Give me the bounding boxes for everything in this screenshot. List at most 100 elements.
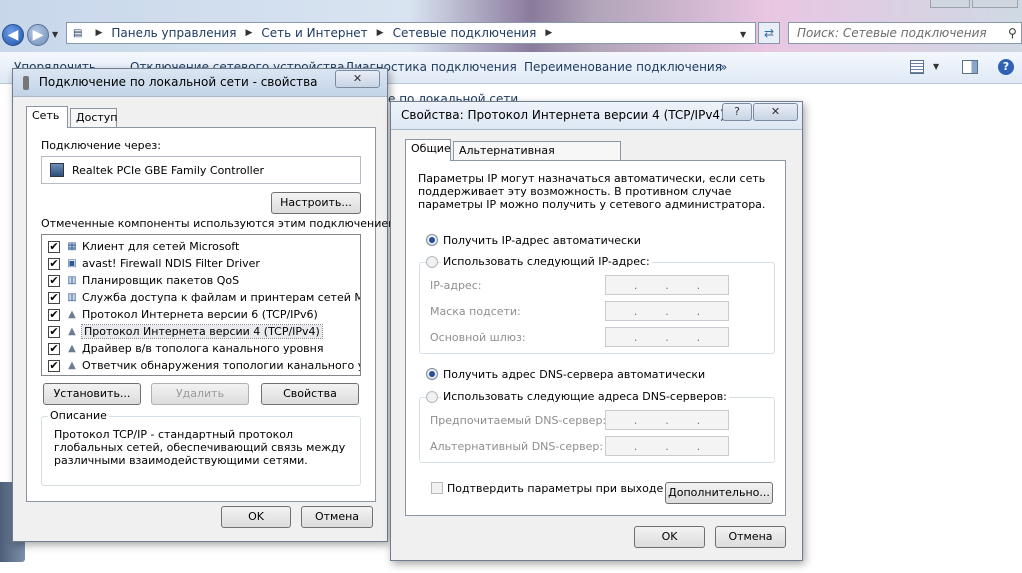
breadcrumb-separator-icon: ▶ — [245, 28, 253, 38]
minimize-button[interactable] — [930, 0, 970, 8]
more-commands-icon[interactable]: » — [720, 60, 727, 74]
refresh-icon[interactable]: ⇄ — [758, 22, 780, 44]
description-text: Протокол TCP/IP - стандартный протокол г… — [54, 428, 346, 467]
breadcrumb-separator-icon: ▶ — [95, 28, 103, 38]
close-window-button[interactable] — [972, 0, 1018, 8]
ipv4-dialog-title: Свойства: Протокол Интернета версии 4 (T… — [401, 108, 725, 122]
component-checkbox[interactable]: ✔ — [48, 359, 60, 372]
address-bar[interactable]: ▤ ▶ Панель управления ▶ Сеть и Интернет … — [66, 22, 756, 44]
breadcrumb-network-internet[interactable]: Сеть и Интернет — [261, 26, 367, 40]
component-checkbox[interactable]: ✔ — [48, 325, 60, 338]
back-arrow-icon[interactable]: ◀ — [2, 24, 24, 46]
forward-arrow-icon[interactable]: ▶ — [27, 24, 49, 46]
search-input[interactable]: Поиск: Сетевые подключения — [788, 22, 1022, 44]
component-label: Служба доступа к файлам и принтерам сете… — [82, 291, 360, 304]
default-gateway-label: Основной шлюз: — [430, 331, 526, 344]
network-plug-icon — [23, 75, 29, 90]
component-label: Клиент для сетей Microsoft — [82, 240, 240, 253]
change-view-icon[interactable] — [910, 60, 924, 74]
subnet-mask-input[interactable]: ... — [605, 301, 729, 321]
tab-sharing[interactable]: Доступ — [70, 108, 117, 128]
lan-dialog-titlebar: Подключение по локальной сети - свойства… — [13, 69, 387, 97]
address-dropdown-icon[interactable]: ▼ — [740, 30, 746, 39]
component-checkbox[interactable]: ✔ — [48, 342, 60, 355]
help-question-icon[interactable]: ? — [722, 103, 752, 121]
component-label: Протокол Интернета версии 4 (TCP/IPv4) — [81, 324, 323, 339]
preview-pane-icon[interactable] — [962, 60, 978, 74]
close-icon[interactable]: ✕ — [335, 70, 380, 88]
view-dropdown-icon[interactable]: ▼ — [933, 62, 939, 71]
close-icon[interactable]: ✕ — [753, 103, 798, 121]
protocol-icon: ▲ — [68, 308, 76, 320]
subnet-mask-label: Маска подсети: — [430, 305, 521, 318]
help-icon[interactable]: ? — [998, 59, 1014, 75]
components-list[interactable]: ✔ ▦ Клиент для сетей Microsoft ✔ ▣ avast! Fir… — [41, 234, 361, 376]
properties-button[interactable]: Свойства — [261, 383, 359, 405]
alternate-dns-input[interactable]: ... — [605, 436, 729, 456]
search-icon[interactable]: ⚲ — [1008, 26, 1017, 40]
connect-via-label: Подключение через: — [41, 139, 161, 152]
component-label: Драйвер в/в тополога канального уровня — [82, 342, 324, 355]
component-row[interactable]: ✔ ▲ Протокол Интернета версии 4 (TCP/IPv4) — [48, 323, 323, 340]
network-adapter-icon — [50, 163, 64, 177]
component-row[interactable]: ✔ ▲ Драйвер в/в тополога канального уровня — [48, 340, 323, 357]
dns-auto-label[interactable]: Получить адрес DNS-сервера автоматически — [443, 368, 705, 381]
lan-cancel-button[interactable]: Отмена — [301, 506, 373, 528]
component-row[interactable]: ✔ ▣ avast! Firewall NDIS Filter Driver — [48, 255, 260, 272]
lan-ok-button[interactable]: OK — [221, 506, 291, 528]
rename-command[interactable]: Переименование подключения — [524, 60, 722, 74]
tab-alternate-config[interactable]: Альтернативная конфигурация — [453, 141, 621, 175]
client-icon: ▦ — [67, 240, 77, 252]
tab-network[interactable]: Сеть — [26, 106, 68, 128]
uninstall-button[interactable]: Удалить — [151, 383, 249, 405]
component-label: avast! Firewall NDIS Filter Driver — [82, 257, 260, 270]
driver-icon: ▣ — [67, 257, 77, 269]
ip-auto-label[interactable]: Получить IP-адрес автоматически — [443, 234, 641, 247]
validate-checkbox[interactable] — [431, 482, 443, 494]
component-checkbox[interactable]: ✔ — [48, 274, 60, 287]
preferred-dns-input[interactable]: ... — [605, 410, 729, 430]
ipv4-dialog-titlebar: Свойства: Протокол Интернета версии 4 (T… — [391, 102, 802, 130]
component-row[interactable]: ✔ ▥ Планировщик пакетов QoS — [48, 272, 239, 289]
protocol-icon: ▲ — [68, 359, 76, 371]
component-checkbox[interactable]: ✔ — [48, 257, 60, 270]
alternate-dns-label: Альтернативный DNS-сервер: — [430, 440, 604, 453]
breadcrumb-control-panel[interactable]: Панель управления — [111, 26, 236, 40]
component-label: Планировщик пакетов QoS — [82, 274, 240, 287]
advanced-button[interactable]: Дополнительно... — [665, 482, 773, 504]
computer-icon: ▤ — [73, 27, 83, 39]
default-gateway-input[interactable]: ... — [605, 327, 729, 347]
component-label: Протокол Интернета версии 6 (TCP/IPv6) — [82, 308, 318, 321]
components-label: Отмеченные компоненты используются этим … — [41, 217, 401, 230]
dns-manual-label[interactable]: Использовать следующие адреса DNS-сервер… — [441, 390, 729, 403]
component-checkbox[interactable]: ✔ — [48, 291, 60, 304]
component-checkbox[interactable]: ✔ — [48, 308, 60, 321]
component-row[interactable]: ✔ ▲ Ответчик обнаружения топологии канальн… — [48, 357, 360, 374]
breadcrumb-network-connections[interactable]: Сетевые подключения — [393, 26, 537, 40]
ip-address-input[interactable]: ... — [605, 275, 729, 295]
dns-auto-radio[interactable] — [426, 368, 438, 380]
validate-label[interactable]: Подтвердить параметры при выходе — [447, 482, 663, 495]
install-button[interactable]: Установить... — [43, 383, 141, 405]
ip-manual-radio[interactable] — [426, 256, 438, 268]
ip-manual-label[interactable]: Использовать следующий IP-адрес: — [441, 255, 652, 268]
component-row[interactable]: ✔ ▦ Клиент для сетей Microsoft — [48, 238, 239, 255]
dns-manual-radio[interactable] — [426, 391, 438, 403]
ipv4-ok-button[interactable]: OK — [634, 526, 705, 548]
lan-dialog-title: Подключение по локальной сети - свойства — [38, 75, 318, 89]
adapter-name: Realtek PCIe GBE Family Controller — [72, 163, 265, 177]
component-row[interactable]: ✔ ▥ Служба доступа к файлам и принтерам се… — [48, 289, 360, 306]
ipv4-cancel-button[interactable]: Отмена — [715, 526, 786, 548]
component-label: Ответчик обнаружения топологии канальног… — [82, 359, 360, 372]
component-row[interactable]: ✔ ▲ Протокол Интернета версии 6 (TCP/IPv6) — [48, 306, 318, 323]
adapter-field: Realtek PCIe GBE Family Controller — [41, 156, 361, 184]
breadcrumb-separator-icon: ▶ — [545, 28, 553, 38]
protocol-icon: ▲ — [68, 325, 76, 337]
ip-auto-radio[interactable] — [426, 234, 438, 246]
configure-button[interactable]: Настроить... — [271, 192, 361, 214]
component-checkbox[interactable]: ✔ — [48, 240, 60, 253]
service-icon: ▥ — [67, 274, 77, 286]
tab-general[interactable]: Общие — [405, 139, 451, 161]
history-dropdown-icon[interactable]: ▼ — [52, 30, 58, 39]
protocol-icon: ▲ — [68, 342, 76, 354]
